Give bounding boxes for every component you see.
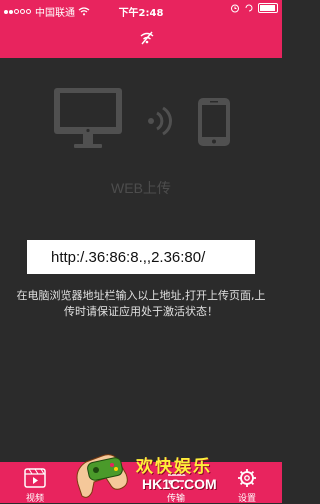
- app-header: [0, 20, 282, 58]
- battery-icon: [258, 3, 278, 13]
- upload-url-field[interactable]: http:/.36:86:8.,,2.36:80/: [27, 240, 255, 274]
- watermark-title: 欢快娱乐: [136, 457, 212, 477]
- game-controller-logo: [76, 454, 128, 498]
- video-icon: [24, 468, 46, 488]
- phone-icon: [198, 98, 230, 146]
- alarm-icon: [231, 4, 239, 13]
- lock-rotation-icon: [245, 4, 253, 12]
- tab-video-label: 视频: [25, 494, 44, 504]
- watermark: 欢快娱乐 HK1C.COM: [72, 440, 232, 503]
- wifi-off-icon[interactable]: [139, 31, 155, 45]
- gear-icon: [238, 469, 256, 487]
- web-upload-title: WEB上传: [111, 180, 171, 196]
- tab-video[interactable]: 视频: [10, 462, 60, 504]
- status-right: [230, 3, 278, 13]
- watermark-domain: HK1C.COM: [142, 476, 217, 492]
- wireless-waves-icon: [148, 106, 173, 136]
- instruction-text: 在电脑浏览器地址栏输入以上地址,打开上传页面,上传时请保证应用处于激活状态！: [16, 289, 266, 318]
- status-bar: 中国联通 下午2:48: [0, 0, 282, 20]
- monitor-icon: [54, 88, 122, 148]
